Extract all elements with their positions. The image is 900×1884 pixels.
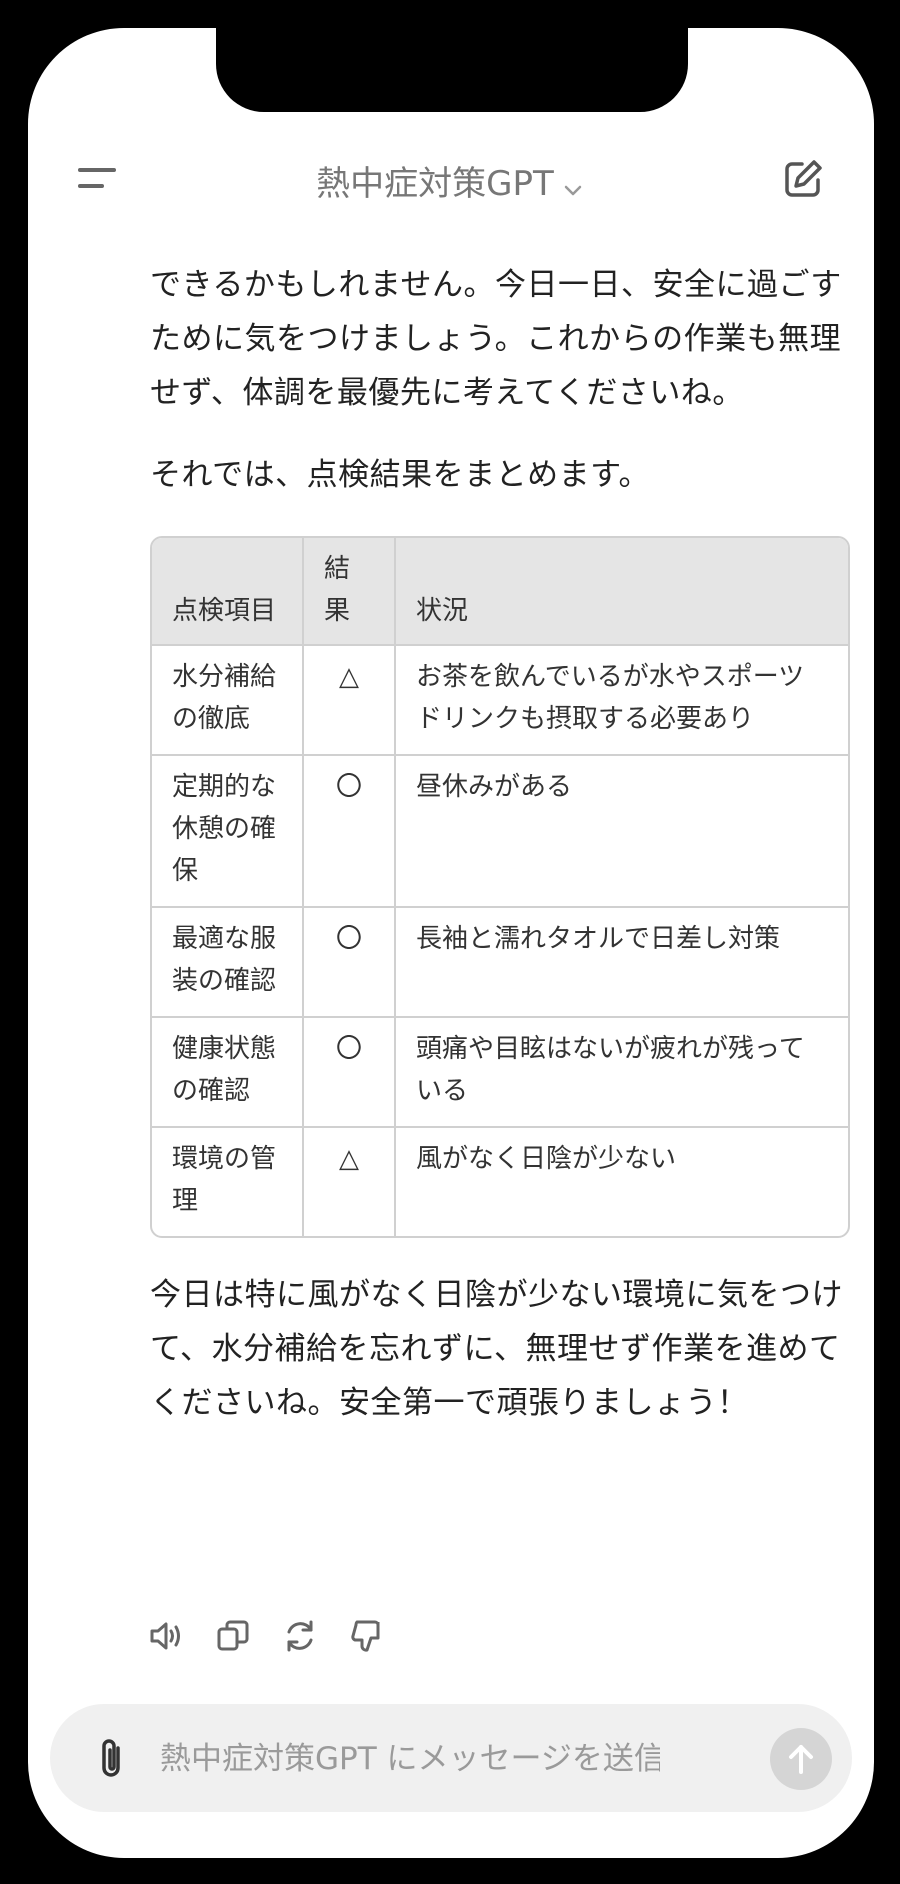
table-row: 最適な服装の確認 〇 長袖と濡れタオルで日差し対策	[152, 908, 848, 1018]
message-summary: 今日は特に風がなく日陰が少ない環境に気をつけて、水分補給を忘れずに、無理せず作業…	[150, 1277, 843, 1421]
assistant-message: できるかもしれません。今日一日、安全に過ごすために気をつけましょう。これからの作…	[150, 258, 850, 1458]
copy-icon[interactable]	[213, 1616, 253, 1656]
model-title-selector[interactable]: 熱中症対策GPT	[28, 156, 874, 205]
table-cell-status: 昼休みがある	[396, 756, 848, 908]
send-arrow-icon	[789, 1745, 813, 1774]
top-bar: 熱中症対策GPT	[28, 138, 874, 218]
table-cell-item: 水分補給の徹底	[152, 646, 304, 756]
message-paragraph: できるかもしれません。今日一日、安全に過ごすために気をつけましょう。これからの作…	[150, 267, 842, 411]
send-button[interactable]	[770, 1728, 832, 1790]
table-row: 健康状態の確認 〇 頭痛や目眩はないが疲れが残っている	[152, 1018, 848, 1128]
table-header-row: 点検項目 結果 状況	[152, 538, 848, 646]
message-input[interactable]	[158, 1728, 662, 1790]
paperclip-icon[interactable]	[92, 1736, 132, 1782]
inspection-result-table: 点検項目 結果 状況 水分補給の徹底 △ お茶を飲んでいるが水やスポーツドリンク…	[150, 536, 850, 1238]
table-cell-status: 風がなく日陰が少ない	[416, 1144, 677, 1174]
message-paragraph: それでは、点検結果をまとめます。	[150, 457, 650, 493]
column-header-status: 状況	[396, 538, 848, 646]
speaker-icon[interactable]	[146, 1616, 186, 1656]
table-cell-result: 〇	[304, 756, 396, 908]
table-cell-item: 環境の管理	[152, 1128, 304, 1236]
message-actions	[146, 1616, 409, 1666]
table-cell-item: 定期的な休憩の確保	[152, 756, 304, 908]
page-title: 熱中症対策GPT	[316, 164, 554, 204]
phone-screen: 熱中症対策GPT できるかもしれません。今日一日、安全に過ごすために気をつけまし…	[28, 28, 874, 1858]
table-cell-status: 長袖と濡れタオルで日差し対策	[396, 908, 848, 1018]
message-composer	[50, 1704, 852, 1812]
table-row: 定期的な休憩の確保 〇 昼休みがある	[152, 756, 848, 908]
table-cell-result: △	[304, 1128, 396, 1236]
table-cell-status: お茶を飲んでいるが水やスポーツドリンクも摂取する必要あり	[396, 646, 848, 756]
table-cell-result: 〇	[304, 908, 396, 1018]
regenerate-icon[interactable]	[280, 1616, 320, 1656]
table-cell-item: 健康状態の確認	[152, 1018, 304, 1128]
thumbs-down-icon[interactable]	[347, 1616, 387, 1656]
new-chat-icon[interactable]	[780, 156, 826, 202]
table-row: 水分補給の徹底 △ お茶を飲んでいるが水やスポーツドリンクも摂取する必要あり	[152, 646, 848, 756]
device-notch	[216, 28, 688, 112]
column-header-result: 結果	[304, 538, 396, 646]
table-cell-item: 最適な服装の確認	[152, 908, 304, 1018]
table-row: 環境の管理 △ 風がなく日陰が少ない	[152, 1128, 848, 1236]
table-cell-result: 〇	[304, 1018, 396, 1128]
table-cell-result: △	[304, 646, 396, 756]
column-header-item: 点検項目	[152, 538, 304, 646]
table-cell-status: 頭痛や目眩はないが疲れが残っている	[396, 1018, 848, 1128]
chevron-down-icon	[560, 173, 586, 199]
